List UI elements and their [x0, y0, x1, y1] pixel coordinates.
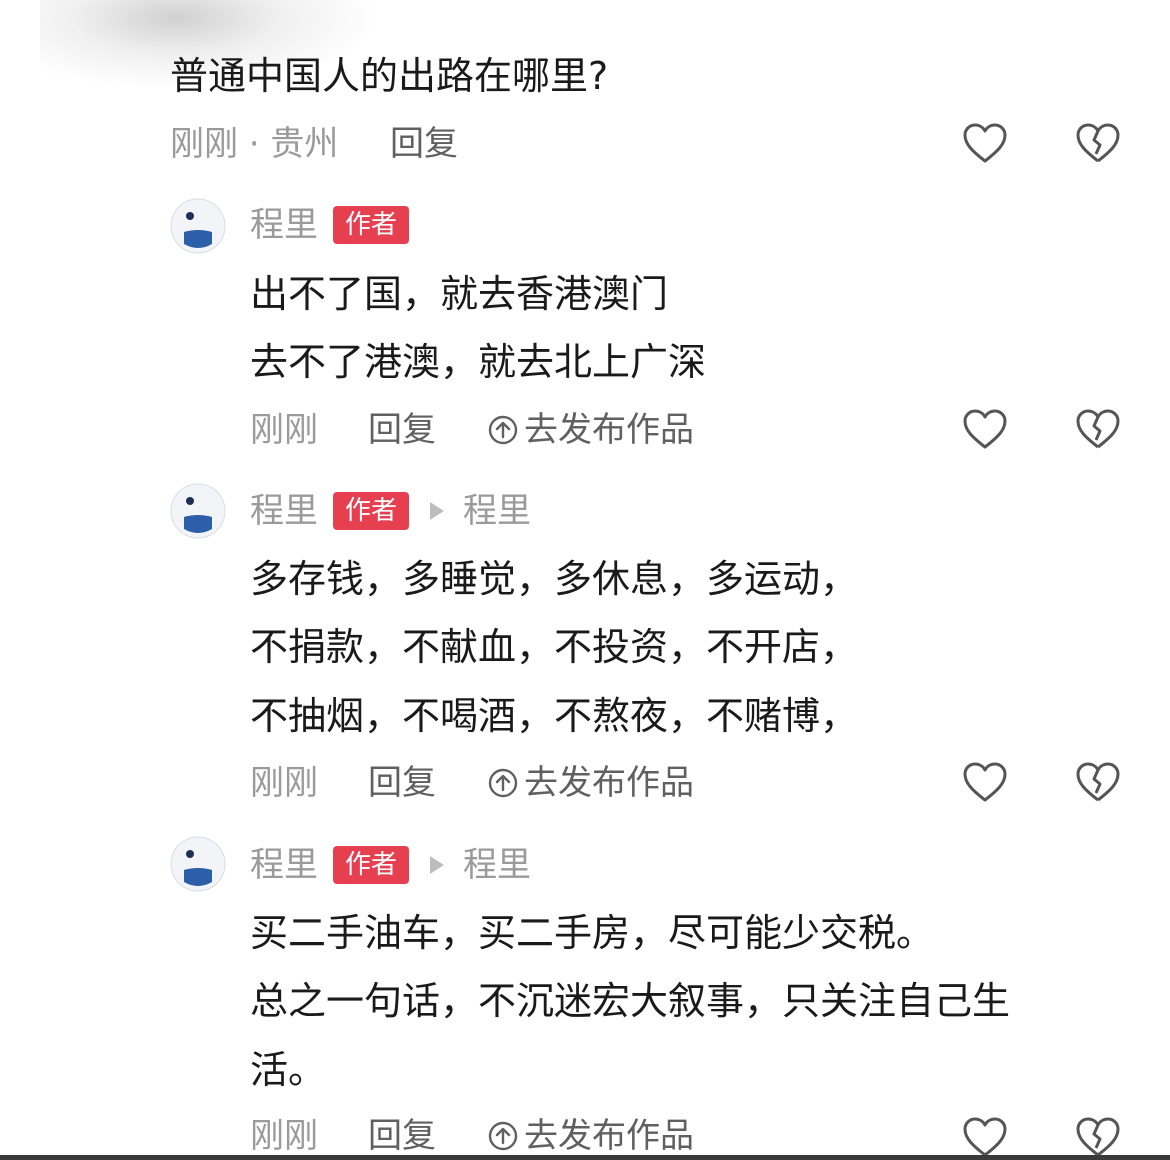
comment-line: 去不了港澳，就去北上广深 [250, 340, 707, 384]
question-reply-button[interactable]: 回复 [390, 124, 458, 164]
circle-up-arrow-icon [488, 768, 524, 798]
comment-time: 刚刚 [250, 1116, 318, 1156]
avatar[interactable] [170, 836, 226, 892]
publish-work-label: 去发布作品 [524, 1116, 694, 1156]
publish-work-label: 去发布作品 [524, 410, 694, 450]
comment-line: 不抽烟，不喝酒，不熬夜，不赌博， [250, 694, 859, 738]
publish-work-label: 去发布作品 [524, 763, 694, 803]
author-badge: 作者 [333, 846, 410, 884]
avatar[interactable] [170, 483, 226, 539]
reply-button[interactable]: 回复 [368, 1116, 436, 1156]
comment-line: 活。 [250, 1048, 327, 1092]
heart-outline-icon[interactable] [962, 1116, 1008, 1158]
publish-work-link[interactable]: 去发布作品 [488, 410, 694, 450]
commenter-name[interactable]: 程里 [250, 491, 318, 531]
comment-line: 总之一句话，不沉迷宏大叙事，只关注自己生 [250, 979, 1011, 1023]
comment-line: 出不了国，就去香港澳门 [250, 272, 669, 316]
reply-to-arrow-icon [430, 502, 444, 520]
comment-line: 买二手油车，买二手房，尽可能少交税。 [250, 911, 935, 955]
reply-button[interactable]: 回复 [368, 410, 436, 450]
reply-to-name[interactable]: 程里 [463, 491, 531, 531]
broken-heart-icon[interactable] [1075, 1116, 1121, 1158]
comment-line: 不捐款，不献血，不投资，不开店， [250, 625, 859, 669]
comment-line: 多存钱，多睡觉，多休息，多运动， [250, 557, 859, 601]
question-meta: 刚刚 · 贵州 [170, 124, 339, 164]
reply-button[interactable]: 回复 [368, 763, 436, 803]
comment-time: 刚刚 [250, 410, 318, 450]
bottom-edge-bar [0, 1155, 1170, 1160]
broken-heart-icon[interactable] [1075, 122, 1121, 164]
author-badge: 作者 [333, 492, 410, 530]
publish-work-link[interactable]: 去发布作品 [488, 763, 694, 803]
broken-heart-icon[interactable] [1075, 761, 1121, 803]
heart-outline-icon[interactable] [962, 408, 1008, 450]
heart-outline-icon[interactable] [962, 122, 1008, 164]
commenter-name[interactable]: 程里 [250, 845, 318, 885]
heart-outline-icon[interactable] [962, 761, 1008, 803]
question-text: 普通中国人的出路在哪里? [170, 54, 609, 98]
reply-to-name[interactable]: 程里 [463, 845, 531, 885]
commenter-name[interactable]: 程里 [250, 205, 318, 245]
circle-up-arrow-icon [488, 415, 524, 445]
comment-thread: 普通中国人的出路在哪里? 刚刚 · 贵州 回复 程里 作者 出不了国，就去香港澳… [0, 0, 1170, 1160]
publish-work-link[interactable]: 去发布作品 [488, 1116, 694, 1156]
author-badge: 作者 [333, 206, 410, 244]
comment-time: 刚刚 [250, 763, 318, 803]
reply-to-arrow-icon [430, 856, 444, 874]
broken-heart-icon[interactable] [1075, 408, 1121, 450]
avatar[interactable] [170, 198, 226, 254]
circle-up-arrow-icon [488, 1121, 524, 1151]
